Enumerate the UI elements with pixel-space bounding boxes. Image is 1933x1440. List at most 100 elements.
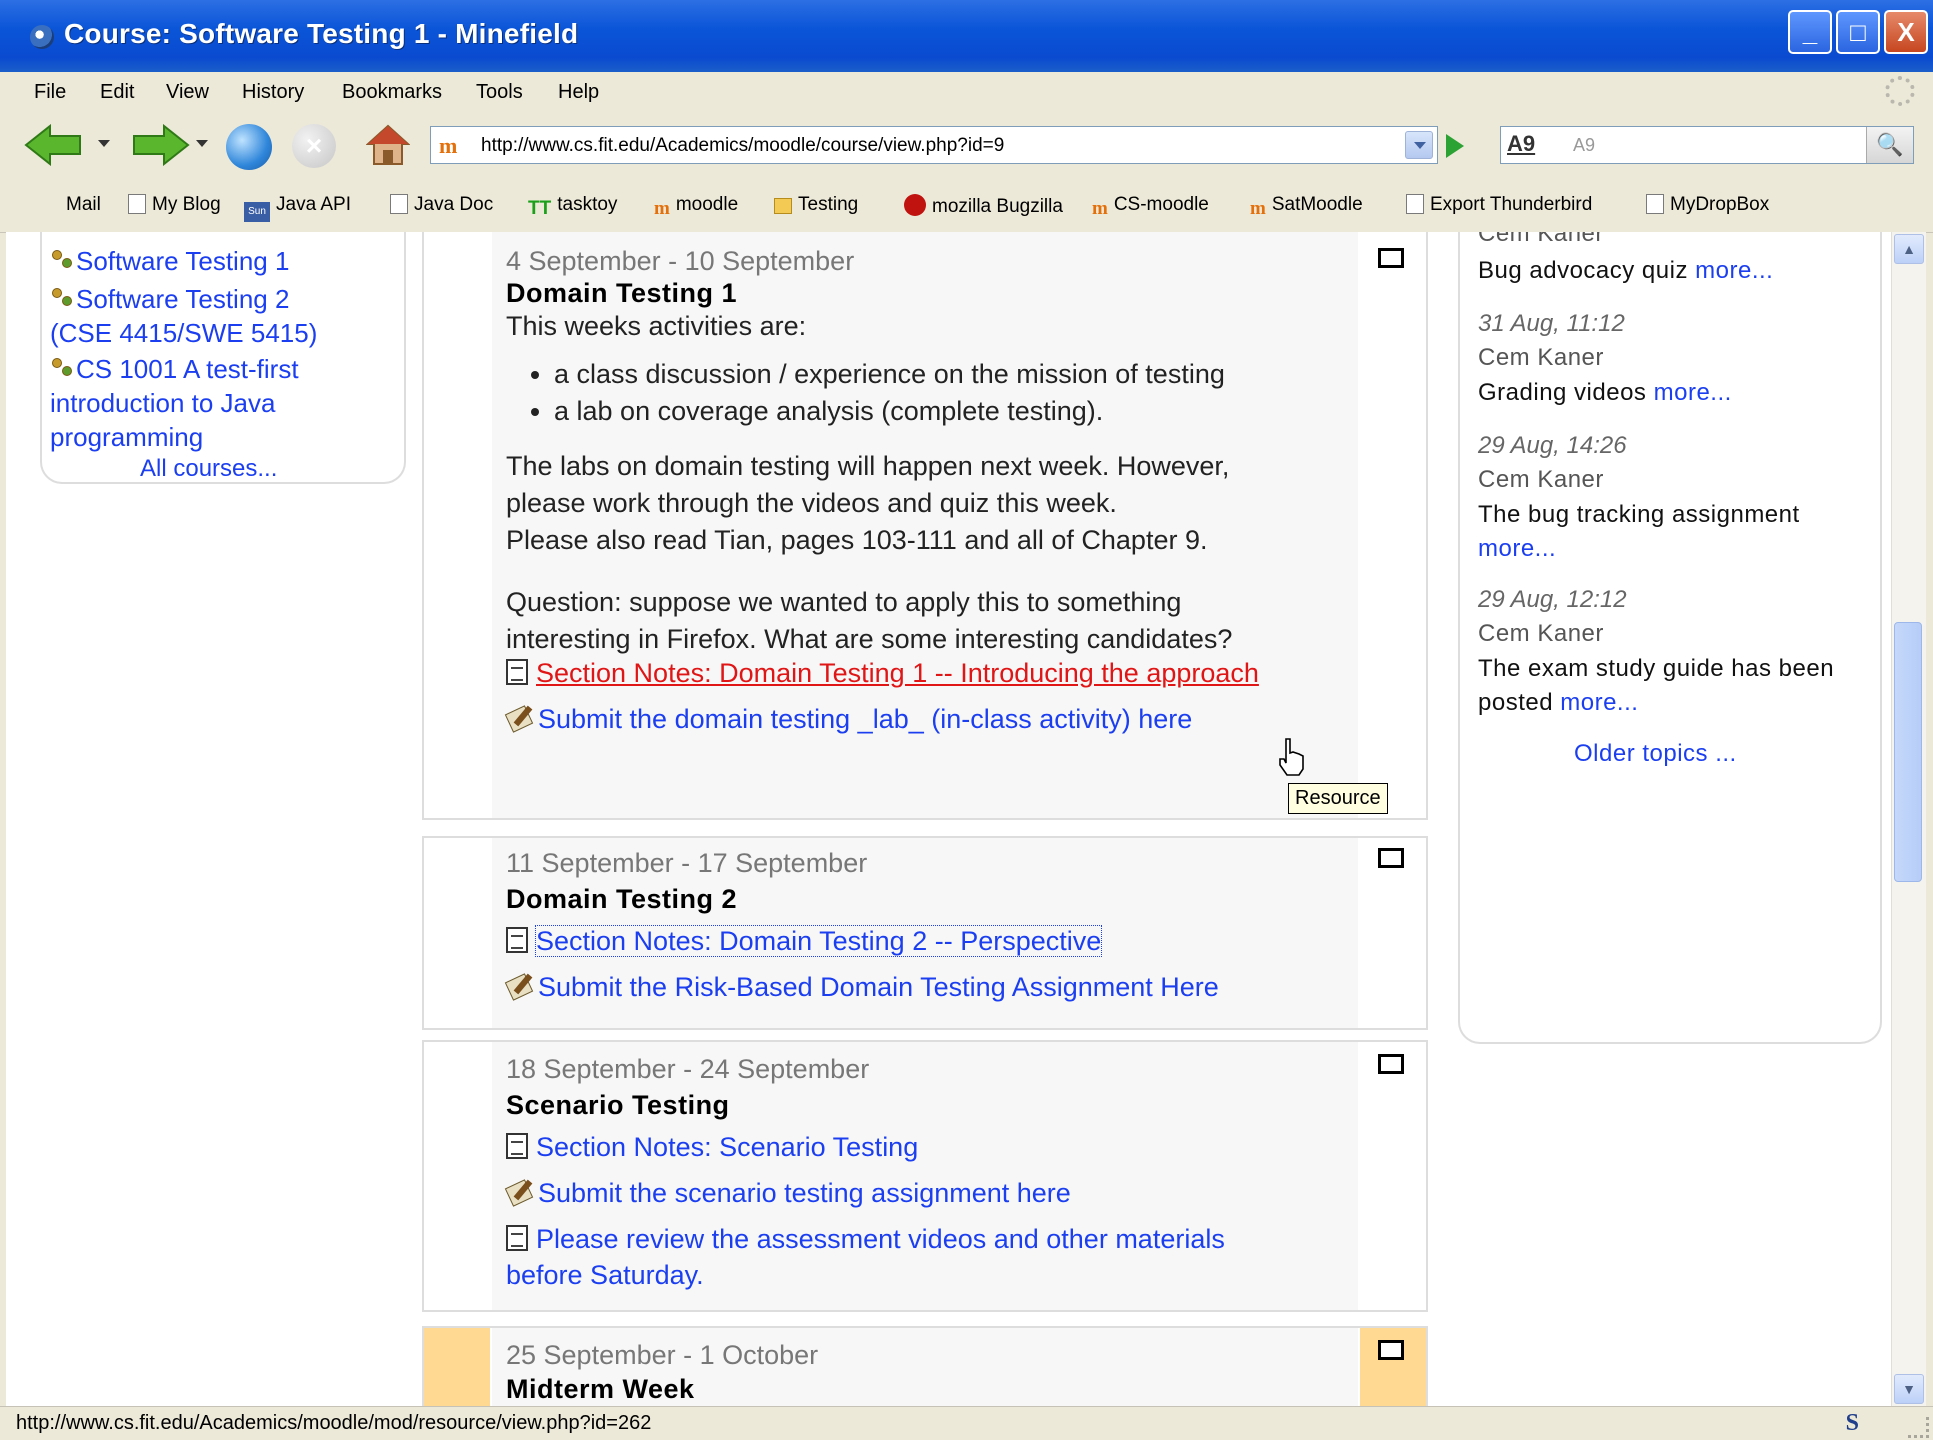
course-icon — [50, 248, 74, 272]
section-highlight-checkbox[interactable] — [1378, 1054, 1404, 1074]
bookmark-my-blog[interactable]: My Blog — [128, 194, 221, 216]
bookmark-moodle[interactable]: m moodle — [654, 194, 738, 220]
section-title: Scenario Testing — [506, 1090, 730, 1120]
resource-link-scenario-testing[interactable]: Section Notes: Scenario Testing — [506, 1132, 918, 1163]
moodle-favicon: m — [439, 133, 458, 158]
course-link-software-testing-2-code[interactable]: (CSE 4415/SWE 5415) — [50, 318, 317, 348]
bookmark-folder-testing[interactable]: Testing — [774, 194, 858, 216]
vertical-scrollbar[interactable]: ▲ ▼ — [1891, 232, 1926, 1406]
resource-link-assessment-videos[interactable]: Please review the assessment videos and … — [506, 1224, 1225, 1255]
week-section-4-current: 25 September - 1 October Midterm Week — [422, 1326, 1428, 1406]
menu-view[interactable]: View — [166, 81, 209, 104]
bugzilla-icon — [904, 194, 926, 216]
news-more-link[interactable]: more... — [1695, 257, 1773, 284]
news-more-link[interactable]: more... — [1478, 535, 1556, 562]
page-icon — [128, 194, 146, 214]
url-dropdown-icon[interactable] — [1405, 131, 1433, 159]
assignment-link-domain-lab[interactable]: Submit the domain testing _lab_ (in-clas… — [506, 704, 1192, 735]
latest-news-block: Cem Kaner Bug advocacy quiz more... 31 A… — [1458, 232, 1882, 1044]
section-title: Domain Testing 1 — [506, 278, 738, 308]
forward-history-dropdown[interactable] — [196, 140, 208, 147]
bookmark-java-api[interactable]: Sun Java API — [244, 194, 351, 222]
menu-file[interactable]: File — [34, 81, 66, 104]
activities-list: a class discussion / experience on the m… — [506, 356, 1225, 430]
my-courses-block: Software Testing 1 Software Testing 2 (C… — [40, 232, 406, 484]
week-section-1: 4 September - 10 September Domain Testin… — [422, 232, 1428, 820]
menu-edit[interactable]: Edit — [100, 81, 134, 104]
menu-bar: File Edit View History Bookmarks Tools H… — [0, 72, 1933, 113]
firefox-app-icon — [30, 25, 54, 49]
url-input[interactable]: http://www.cs.fit.edu/Academics/moodle/c… — [481, 135, 1004, 157]
back-history-dropdown[interactable] — [98, 140, 110, 147]
course-link-cs-1001-line3[interactable]: programming — [50, 422, 203, 452]
news-more-link[interactable]: more... — [1560, 689, 1638, 716]
section-date: 4 September - 10 September — [506, 246, 855, 276]
page-icon — [1406, 194, 1424, 214]
all-courses-link[interactable]: All courses... — [140, 454, 277, 484]
section-highlight-checkbox[interactable] — [1378, 248, 1404, 268]
assignment-link-risk-based[interactable]: Submit the Risk-Based Domain Testing Ass… — [506, 972, 1219, 1003]
section-highlight-checkbox[interactable] — [1378, 1340, 1404, 1360]
status-url: http://www.cs.fit.edu/Academics/moodle/m… — [16, 1412, 652, 1434]
stop-icon[interactable]: × — [292, 124, 336, 168]
menu-help[interactable]: Help — [558, 81, 599, 104]
resource-link-assessment-videos-line2[interactable]: before Saturday. — [506, 1260, 704, 1291]
scroll-up-button[interactable]: ▲ — [1894, 234, 1924, 264]
week-section-3: 18 September - 24 September Scenario Tes… — [422, 1040, 1428, 1312]
scrollbar-thumb[interactable] — [1894, 622, 1922, 882]
menu-bookmarks[interactable]: Bookmarks — [342, 81, 442, 104]
bookmark-tasktoy[interactable]: TT tasktoy — [528, 194, 617, 220]
search-box[interactable]: A9 A9 🔍 — [1500, 126, 1914, 164]
page-icon — [1646, 194, 1664, 214]
resource-link-domain-testing-2[interactable]: Section Notes: Domain Testing 2 -- Persp… — [506, 925, 1103, 957]
home-icon[interactable] — [366, 124, 410, 166]
assignment-link-scenario[interactable]: Submit the scenario testing assignment h… — [506, 1178, 1071, 1209]
older-topics-link[interactable]: Older topics ... — [1574, 740, 1737, 768]
course-link-software-testing-1[interactable]: Software Testing 1 — [50, 246, 289, 276]
bookmarks-toolbar: Mail My Blog Sun Java API Java Doc TT task… — [0, 180, 1933, 233]
menu-tools[interactable]: Tools — [476, 81, 523, 104]
forward-arrow-icon[interactable] — [130, 124, 190, 166]
reload-icon[interactable] — [226, 124, 272, 170]
scroll-down-button[interactable]: ▼ — [1894, 1374, 1924, 1404]
search-engine-selector[interactable]: A9 — [1507, 131, 1535, 157]
minimize-button[interactable]: _ — [1788, 10, 1832, 54]
url-bar[interactable]: m http://www.cs.fit.edu/Academics/moodle… — [430, 126, 1438, 164]
section-para-line: please work through the videos and quiz … — [506, 488, 1117, 518]
menu-history[interactable]: History — [242, 81, 304, 104]
news-more-link[interactable]: more... — [1654, 379, 1732, 406]
back-arrow-icon[interactable] — [24, 124, 84, 166]
bookmark-satmoodle[interactable]: m SatMoodle — [1250, 194, 1363, 220]
s-extension-icon[interactable]: S — [1846, 1410, 1859, 1437]
tooltip: Resource — [1288, 783, 1388, 814]
resize-grip[interactable] — [1908, 1417, 1929, 1438]
bookmark-mail[interactable]: Mail — [66, 194, 101, 216]
bookmark-mozilla-bugzilla[interactable]: mozilla Bugzilla — [904, 194, 1063, 218]
section-question-line: interesting in Firefox. What are some in… — [506, 624, 1233, 654]
throbber-icon — [1885, 76, 1915, 106]
news-author: Cem Kaner — [1478, 620, 1604, 647]
go-icon[interactable] — [1446, 134, 1464, 158]
assignment-icon — [506, 973, 534, 999]
section-highlight-checkbox[interactable] — [1378, 848, 1404, 868]
maximize-button[interactable]: □ — [1836, 10, 1880, 54]
resource-icon — [506, 659, 528, 685]
hand-cursor-icon — [1279, 738, 1304, 776]
close-button[interactable]: X — [1884, 10, 1928, 54]
search-icon[interactable]: 🔍 — [1866, 127, 1913, 163]
course-link-cs-1001[interactable]: CS 1001 A test-first — [50, 354, 299, 384]
page-icon — [390, 194, 408, 214]
news-item-text: Grading videos more... — [1478, 379, 1732, 406]
window-title: Course: Software Testing 1 - Minefield — [64, 18, 579, 49]
course-link-cs-1001-line2[interactable]: introduction to Java — [50, 388, 275, 418]
search-input[interactable]: A9 — [1573, 135, 1595, 156]
bookmark-java-doc[interactable]: Java Doc — [390, 194, 493, 216]
bookmark-cs-moodle[interactable]: m CS-moodle — [1092, 194, 1209, 220]
bookmark-mydropbox[interactable]: MyDropBox — [1646, 194, 1769, 216]
week-section-2: 11 September - 17 September Domain Testi… — [422, 836, 1428, 1030]
course-link-software-testing-2[interactable]: Software Testing 2 — [50, 284, 289, 314]
bookmark-export-thunderbird[interactable]: Export Thunderbird — [1406, 194, 1592, 216]
resource-link-domain-testing-1[interactable]: Section Notes: Domain Testing 1 -- Intro… — [506, 658, 1259, 689]
section-intro: This weeks activities are: — [506, 311, 807, 341]
section-title: Domain Testing 2 — [506, 884, 738, 914]
